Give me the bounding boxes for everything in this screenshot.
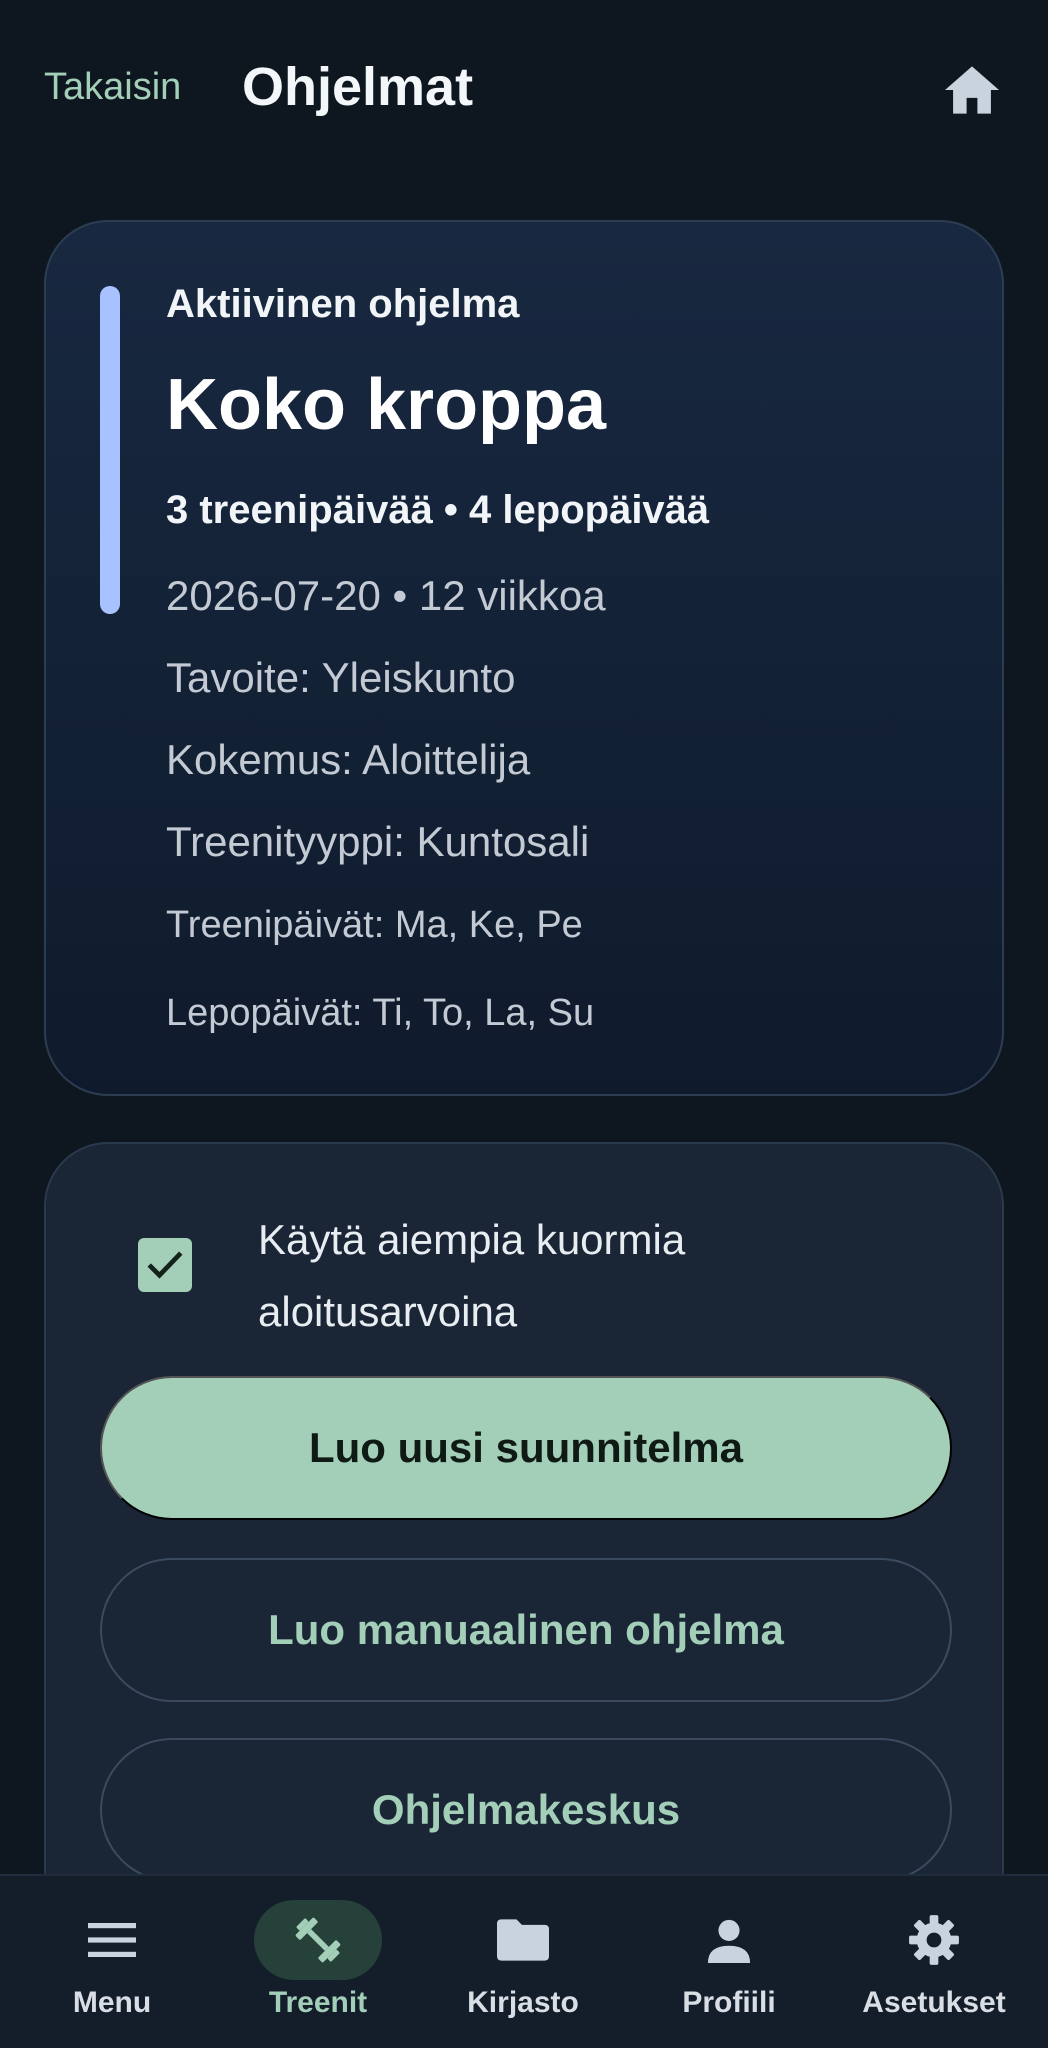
program-training-type: Treenityyppi: Kuntosali: [166, 818, 590, 865]
nav-label-menu: Menu: [72, 1986, 152, 2019]
nav-item-settings[interactable]: Asetukset: [860, 1876, 1008, 2048]
nav-item-library[interactable]: Kirjasto: [459, 1876, 587, 2048]
check-icon: [147, 1251, 183, 1279]
home-button[interactable]: [942, 60, 1002, 120]
home-icon: [945, 66, 999, 114]
folder-icon: [497, 1919, 549, 1961]
use-previous-loads-checkbox[interactable]: [138, 1238, 192, 1292]
program-rest-days: Lepopäivät: Ti, To, La, Su: [166, 992, 595, 1034]
top-app-bar: Takaisin Ohjelmat: [0, 0, 1048, 180]
dumbbell-icon: [295, 1917, 341, 1963]
back-link[interactable]: Takaisin: [44, 66, 181, 109]
use-previous-loads-label[interactable]: Käytä aiempia kuormia aloitusarvoina: [258, 1204, 818, 1348]
create-new-plan-button[interactable]: Luo uusi suunnitelma: [100, 1376, 952, 1520]
program-training-days: Treenipäivät: Ma, Ke, Pe: [166, 904, 583, 946]
programs-screen: Takaisin Ohjelmat Aktiivinen ohjelma Kok…: [0, 0, 1048, 2048]
person-icon: [707, 1919, 751, 1963]
nav-item-workouts[interactable]: Treenit: [254, 1876, 382, 2048]
page-title: Ohjelmat: [242, 57, 474, 117]
card-accent-bar: [100, 286, 120, 614]
gear-icon: [909, 1915, 959, 1965]
nav-label-library: Kirjasto: [467, 1986, 579, 2019]
nav-label-profile: Profiili: [682, 1986, 776, 2019]
nav-item-profile[interactable]: Profiili: [665, 1876, 793, 2048]
program-experience: Kokemus: Aloittelija: [166, 736, 531, 783]
bottom-navigation: Menu Treenit Kirjasto Profiili Asetukset: [0, 1874, 1048, 2048]
program-center-button[interactable]: Ohjelmakeskus: [100, 1738, 952, 1882]
program-name: Koko kroppa: [166, 365, 607, 445]
program-summary: 3 treenipäivää • 4 lepopäivää: [166, 488, 710, 532]
active-program-label: Aktiivinen ohjelma: [166, 282, 520, 326]
program-goal: Tavoite: Yleiskunto: [166, 654, 516, 701]
nav-label-settings: Asetukset: [862, 1986, 1006, 2019]
program-start-length: 2026-07-20 • 12 viikkoa: [166, 572, 606, 619]
menu-icon: [88, 1923, 136, 1957]
nav-label-workouts: Treenit: [268, 1986, 368, 2019]
nav-item-menu[interactable]: Menu: [48, 1876, 176, 2048]
create-manual-program-button[interactable]: Luo manuaalinen ohjelma: [100, 1558, 952, 1702]
active-program-card[interactable]: Aktiivinen ohjelma Koko kroppa 3 treenip…: [44, 220, 1004, 1096]
